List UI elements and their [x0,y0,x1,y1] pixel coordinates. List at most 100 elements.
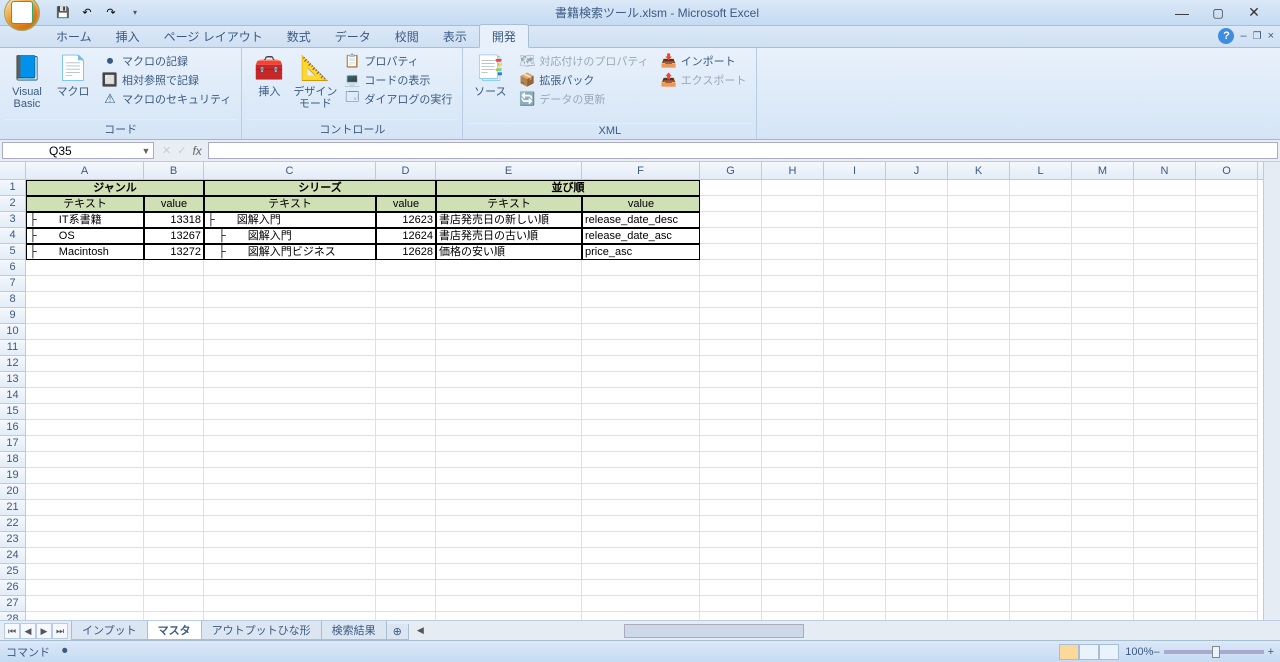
visual-basic-button[interactable]: 📘 Visual Basic [4,50,50,112]
cell[interactable] [1196,532,1258,548]
relative-ref-button[interactable]: 🔲相対参照で記録 [100,71,233,89]
cell[interactable] [144,580,204,596]
ribbon-minimize-icon[interactable]: – [1240,30,1246,42]
cell[interactable] [762,580,824,596]
cell[interactable] [26,580,144,596]
cell[interactable] [1072,228,1134,244]
cell[interactable] [886,244,948,260]
cell[interactable] [762,308,824,324]
cell[interactable] [824,308,886,324]
cell[interactable] [144,516,204,532]
doc-restore-icon[interactable]: ❐ [1253,31,1262,42]
cell[interactable] [948,420,1010,436]
row-header[interactable]: 18 [0,452,26,468]
cell[interactable] [376,516,436,532]
cell[interactable] [824,612,886,620]
cell[interactable] [1010,548,1072,564]
row-header[interactable]: 28 [0,612,26,620]
cell[interactable] [1072,564,1134,580]
cell[interactable] [1134,212,1196,228]
cell[interactable]: 12624 [376,228,436,244]
cell[interactable] [700,324,762,340]
cell[interactable] [1196,436,1258,452]
tab-view[interactable]: 表示 [431,25,479,47]
maximize-button[interactable]: ▢ [1204,3,1232,23]
cell[interactable] [824,404,886,420]
cell[interactable] [824,228,886,244]
cell[interactable] [1010,388,1072,404]
cell[interactable]: ├ 図解入門 [204,212,376,228]
cell[interactable] [824,500,886,516]
cell[interactable] [26,596,144,612]
col-header[interactable]: E [436,162,582,179]
cell[interactable] [436,308,582,324]
cell[interactable] [886,356,948,372]
cell[interactable] [376,356,436,372]
cell[interactable] [1196,468,1258,484]
cell[interactable] [1072,244,1134,260]
cell[interactable] [700,180,762,196]
macro-security-button[interactable]: ⚠マクロのセキュリティ [100,90,233,108]
cell[interactable]: テキスト [436,196,582,212]
cell[interactable] [204,436,376,452]
cell[interactable] [762,356,824,372]
cell[interactable] [700,612,762,620]
cell[interactable] [376,292,436,308]
cell[interactable] [1196,500,1258,516]
cell[interactable]: value [582,196,700,212]
cell[interactable] [762,404,824,420]
cell[interactable] [26,292,144,308]
cell[interactable] [376,404,436,420]
cell[interactable]: ├ Macintosh [26,244,144,260]
cell[interactable] [886,612,948,620]
cell[interactable] [376,372,436,388]
cell[interactable] [700,596,762,612]
cell[interactable] [1010,276,1072,292]
cell[interactable] [1196,356,1258,372]
cell[interactable] [26,516,144,532]
cell[interactable] [144,420,204,436]
cell[interactable] [824,580,886,596]
cell[interactable] [204,468,376,484]
cell[interactable] [1072,196,1134,212]
cell[interactable] [376,324,436,340]
cell[interactable] [1196,516,1258,532]
cell[interactable] [436,340,582,356]
col-header[interactable]: J [886,162,948,179]
cell[interactable]: 12623 [376,212,436,228]
sheet-tab-output[interactable]: アウトプットひな形 [201,621,322,640]
cell[interactable] [886,596,948,612]
cell[interactable] [1196,260,1258,276]
cell[interactable] [144,356,204,372]
cell[interactable] [436,292,582,308]
cell[interactable] [1134,388,1196,404]
cell[interactable] [1196,372,1258,388]
cell[interactable] [26,308,144,324]
cell[interactable] [700,244,762,260]
cell[interactable] [948,340,1010,356]
cell[interactable] [1072,388,1134,404]
cell[interactable] [824,564,886,580]
cell[interactable] [1134,484,1196,500]
cell[interactable] [204,276,376,292]
cell[interactable] [376,564,436,580]
cell[interactable] [700,276,762,292]
cell[interactable] [582,388,700,404]
cell[interactable] [376,500,436,516]
cell[interactable] [1134,564,1196,580]
cell[interactable] [436,260,582,276]
cell[interactable] [1072,276,1134,292]
cell[interactable] [1134,436,1196,452]
cell[interactable] [436,468,582,484]
undo-icon[interactable]: ↶ [76,2,98,24]
col-header[interactable]: C [204,162,376,179]
cell[interactable] [824,372,886,388]
cell[interactable] [376,388,436,404]
cell[interactable] [762,276,824,292]
tab-first-icon[interactable]: ⏮ [4,623,20,639]
save-icon[interactable]: 💾 [52,2,74,24]
cell[interactable] [26,404,144,420]
cell[interactable] [582,276,700,292]
cell[interactable] [762,532,824,548]
cell[interactable] [700,308,762,324]
